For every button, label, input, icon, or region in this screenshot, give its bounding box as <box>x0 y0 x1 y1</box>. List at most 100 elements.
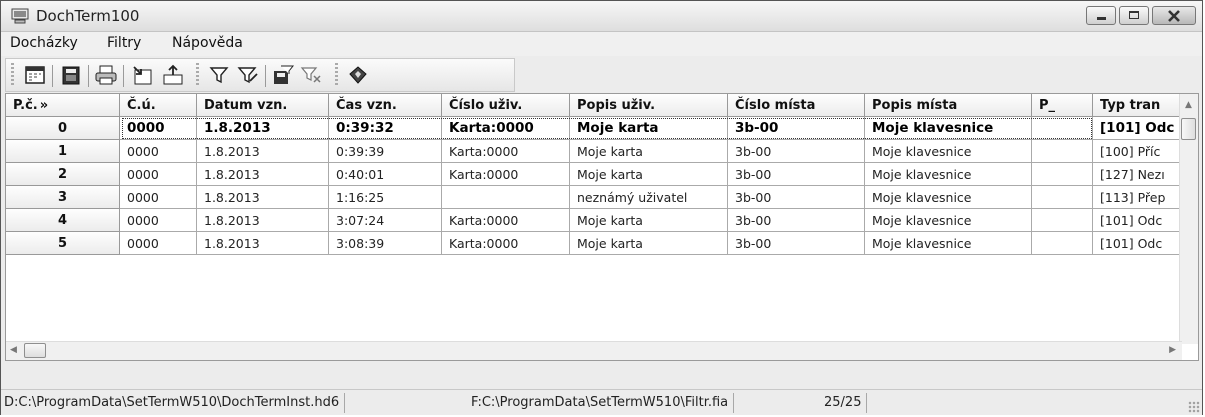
cell-cislo-uziv[interactable]: Karta:0000 <box>442 163 570 186</box>
title-bar[interactable]: DochTerm100 <box>1 1 1202 32</box>
minimize-button[interactable] <box>1086 6 1116 25</box>
cell-typ-tran[interactable]: [101] Odc <box>1093 209 1182 232</box>
cell-popis-uziv[interactable]: Moje karta <box>570 117 728 140</box>
cell-p[interactable] <box>1032 117 1093 140</box>
cell-cislo-mista[interactable]: 3b-00 <box>728 232 865 255</box>
cell-cislo-uziv[interactable] <box>442 186 570 209</box>
menu-napoveda[interactable]: Nápověda <box>172 35 243 51</box>
toolbar-grip[interactable] <box>335 63 338 87</box>
cell-cislo-mista[interactable]: 3b-00 <box>728 140 865 163</box>
filter-edit-icon[interactable] <box>236 64 260 86</box>
cell-cu[interactable]: 0000 <box>120 140 197 163</box>
col-header-cu[interactable]: Č.ú. <box>120 94 197 117</box>
col-header-popis-mista[interactable]: Popis místa <box>865 94 1032 117</box>
cell-p[interactable] <box>1032 163 1093 186</box>
cell-cislo-uziv[interactable]: Karta:0000 <box>442 209 570 232</box>
toolbar-grip[interactable] <box>196 63 199 87</box>
cell-popis-uziv[interactable]: Moje karta <box>570 140 728 163</box>
menu-dochazky[interactable]: Docházky <box>10 35 78 51</box>
cell-typ-tran[interactable]: [113] Přep <box>1093 186 1182 209</box>
cell-datum[interactable]: 1.8.2013 <box>197 209 329 232</box>
col-header-cas[interactable]: Čas vzn. <box>329 94 442 117</box>
cell-p[interactable] <box>1032 186 1093 209</box>
cell-cas[interactable]: 0:40:01 <box>329 163 442 186</box>
vertical-scroll-thumb[interactable] <box>1181 118 1196 140</box>
scroll-up-icon[interactable]: ▲ <box>1185 100 1192 110</box>
horizontal-scroll-thumb[interactable] <box>24 343 46 358</box>
cell-datum[interactable]: 1.8.2013 <box>197 140 329 163</box>
menu-filtry[interactable]: Filtry <box>107 35 141 51</box>
toolbar-grip[interactable] <box>11 63 14 87</box>
calendar-icon[interactable] <box>23 64 47 86</box>
cell-popis-mista[interactable]: Moje klavesnice <box>865 186 1032 209</box>
cell-cu[interactable]: 0000 <box>120 163 197 186</box>
cell-popis-uziv[interactable]: Moje karta <box>570 232 728 255</box>
cell-cu[interactable]: 0000 <box>120 186 197 209</box>
cell-popis-mista[interactable]: Moje klavesnice <box>865 117 1032 140</box>
cell-cislo-uziv[interactable]: Karta:0000 <box>442 232 570 255</box>
data-grid[interactable]: P.č.» Č.ú. Datum vzn. Čas vzn. Číslo uži… <box>5 93 1199 361</box>
memory-card-icon[interactable] <box>59 64 83 86</box>
cell-popis-mista[interactable]: Moje klavesnice <box>865 209 1032 232</box>
close-button[interactable] <box>1152 6 1196 25</box>
cell-cas[interactable]: 3:08:39 <box>329 232 442 255</box>
cell-cislo-mista[interactable]: 3b-00 <box>728 117 865 140</box>
row-number[interactable]: 1 <box>6 140 120 163</box>
cell-cislo-mista[interactable]: 3b-00 <box>728 209 865 232</box>
cell-cu[interactable]: 0000 <box>120 117 197 140</box>
col-header-datum[interactable]: Datum vzn. <box>197 94 329 117</box>
row-number[interactable]: 4 <box>6 209 120 232</box>
col-header-p[interactable]: P_ <box>1032 94 1093 117</box>
cell-popis-mista[interactable]: Moje klavesnice <box>865 232 1032 255</box>
about-icon[interactable] <box>346 64 370 86</box>
printer-icon[interactable] <box>94 64 118 86</box>
row-number[interactable]: 5 <box>6 232 120 255</box>
export-icon[interactable] <box>131 64 155 86</box>
cell-cu[interactable]: 0000 <box>120 209 197 232</box>
col-header-cislo-mista[interactable]: Číslo místa <box>728 94 865 117</box>
cell-p[interactable] <box>1032 209 1093 232</box>
col-header-pc[interactable]: P.č.» <box>6 94 120 117</box>
cell-cislo-mista[interactable]: 3b-00 <box>728 186 865 209</box>
col-header-typ-tran[interactable]: Typ tran <box>1093 94 1182 117</box>
scroll-left-icon[interactable]: ◀ <box>10 345 17 355</box>
row-number[interactable]: 0 <box>6 117 120 140</box>
filter-icon[interactable] <box>208 64 232 86</box>
cell-popis-mista[interactable]: Moje klavesnice <box>865 163 1032 186</box>
cell-typ-tran[interactable]: [101] Odc <box>1093 117 1182 140</box>
cell-p[interactable] <box>1032 140 1093 163</box>
cell-typ-tran[interactable]: [127] Nezı <box>1093 163 1182 186</box>
row-number[interactable]: 3 <box>6 186 120 209</box>
cell-datum[interactable]: 1.8.2013 <box>197 232 329 255</box>
cell-cislo-uziv[interactable]: Karta:0000 <box>442 117 570 140</box>
cell-cislo-mista[interactable]: 3b-00 <box>728 163 865 186</box>
row-number[interactable]: 2 <box>6 163 120 186</box>
cell-cas[interactable]: 1:16:25 <box>329 186 442 209</box>
cell-cas[interactable]: 3:07:24 <box>329 209 442 232</box>
resize-grip[interactable] <box>1188 401 1200 413</box>
cell-datum[interactable]: 1.8.2013 <box>197 163 329 186</box>
cell-p[interactable] <box>1032 232 1093 255</box>
cell-cu[interactable]: 0000 <box>120 232 197 255</box>
horizontal-scrollbar[interactable]: ◀ ▶ <box>6 341 1182 360</box>
col-header-popis-uziv[interactable]: Popis uživ. <box>570 94 728 117</box>
vertical-scrollbar[interactable]: ▲ <box>1179 94 1198 344</box>
cell-cislo-uziv[interactable]: Karta:0000 <box>442 140 570 163</box>
import-icon[interactable] <box>161 64 185 86</box>
cell-popis-uziv[interactable]: neznámý uživatel <box>570 186 728 209</box>
cell-typ-tran[interactable]: [101] Odc <box>1093 232 1182 255</box>
cell-datum[interactable]: 1.8.2013 <box>197 117 329 140</box>
scroll-right-icon[interactable]: ▶ <box>1169 345 1176 355</box>
cell-cas[interactable]: 0:39:32 <box>329 117 442 140</box>
cell-popis-uziv[interactable]: Moje karta <box>570 163 728 186</box>
col-header-cislo-uziv[interactable]: Číslo uživ. <box>442 94 570 117</box>
cell-datum[interactable]: 1.8.2013 <box>197 186 329 209</box>
cell-typ-tran[interactable]: [100] Příc <box>1093 140 1182 163</box>
filter-clear-icon[interactable] <box>299 64 323 86</box>
filter-save-icon[interactable] <box>271 64 295 86</box>
maximize-button[interactable] <box>1119 6 1149 25</box>
cell-cas[interactable]: 0:39:39 <box>329 140 442 163</box>
cell-popis-uziv[interactable]: Moje karta <box>570 209 728 232</box>
sort-indicator-icon: » <box>39 98 49 113</box>
cell-popis-mista[interactable]: Moje klavesnice <box>865 140 1032 163</box>
